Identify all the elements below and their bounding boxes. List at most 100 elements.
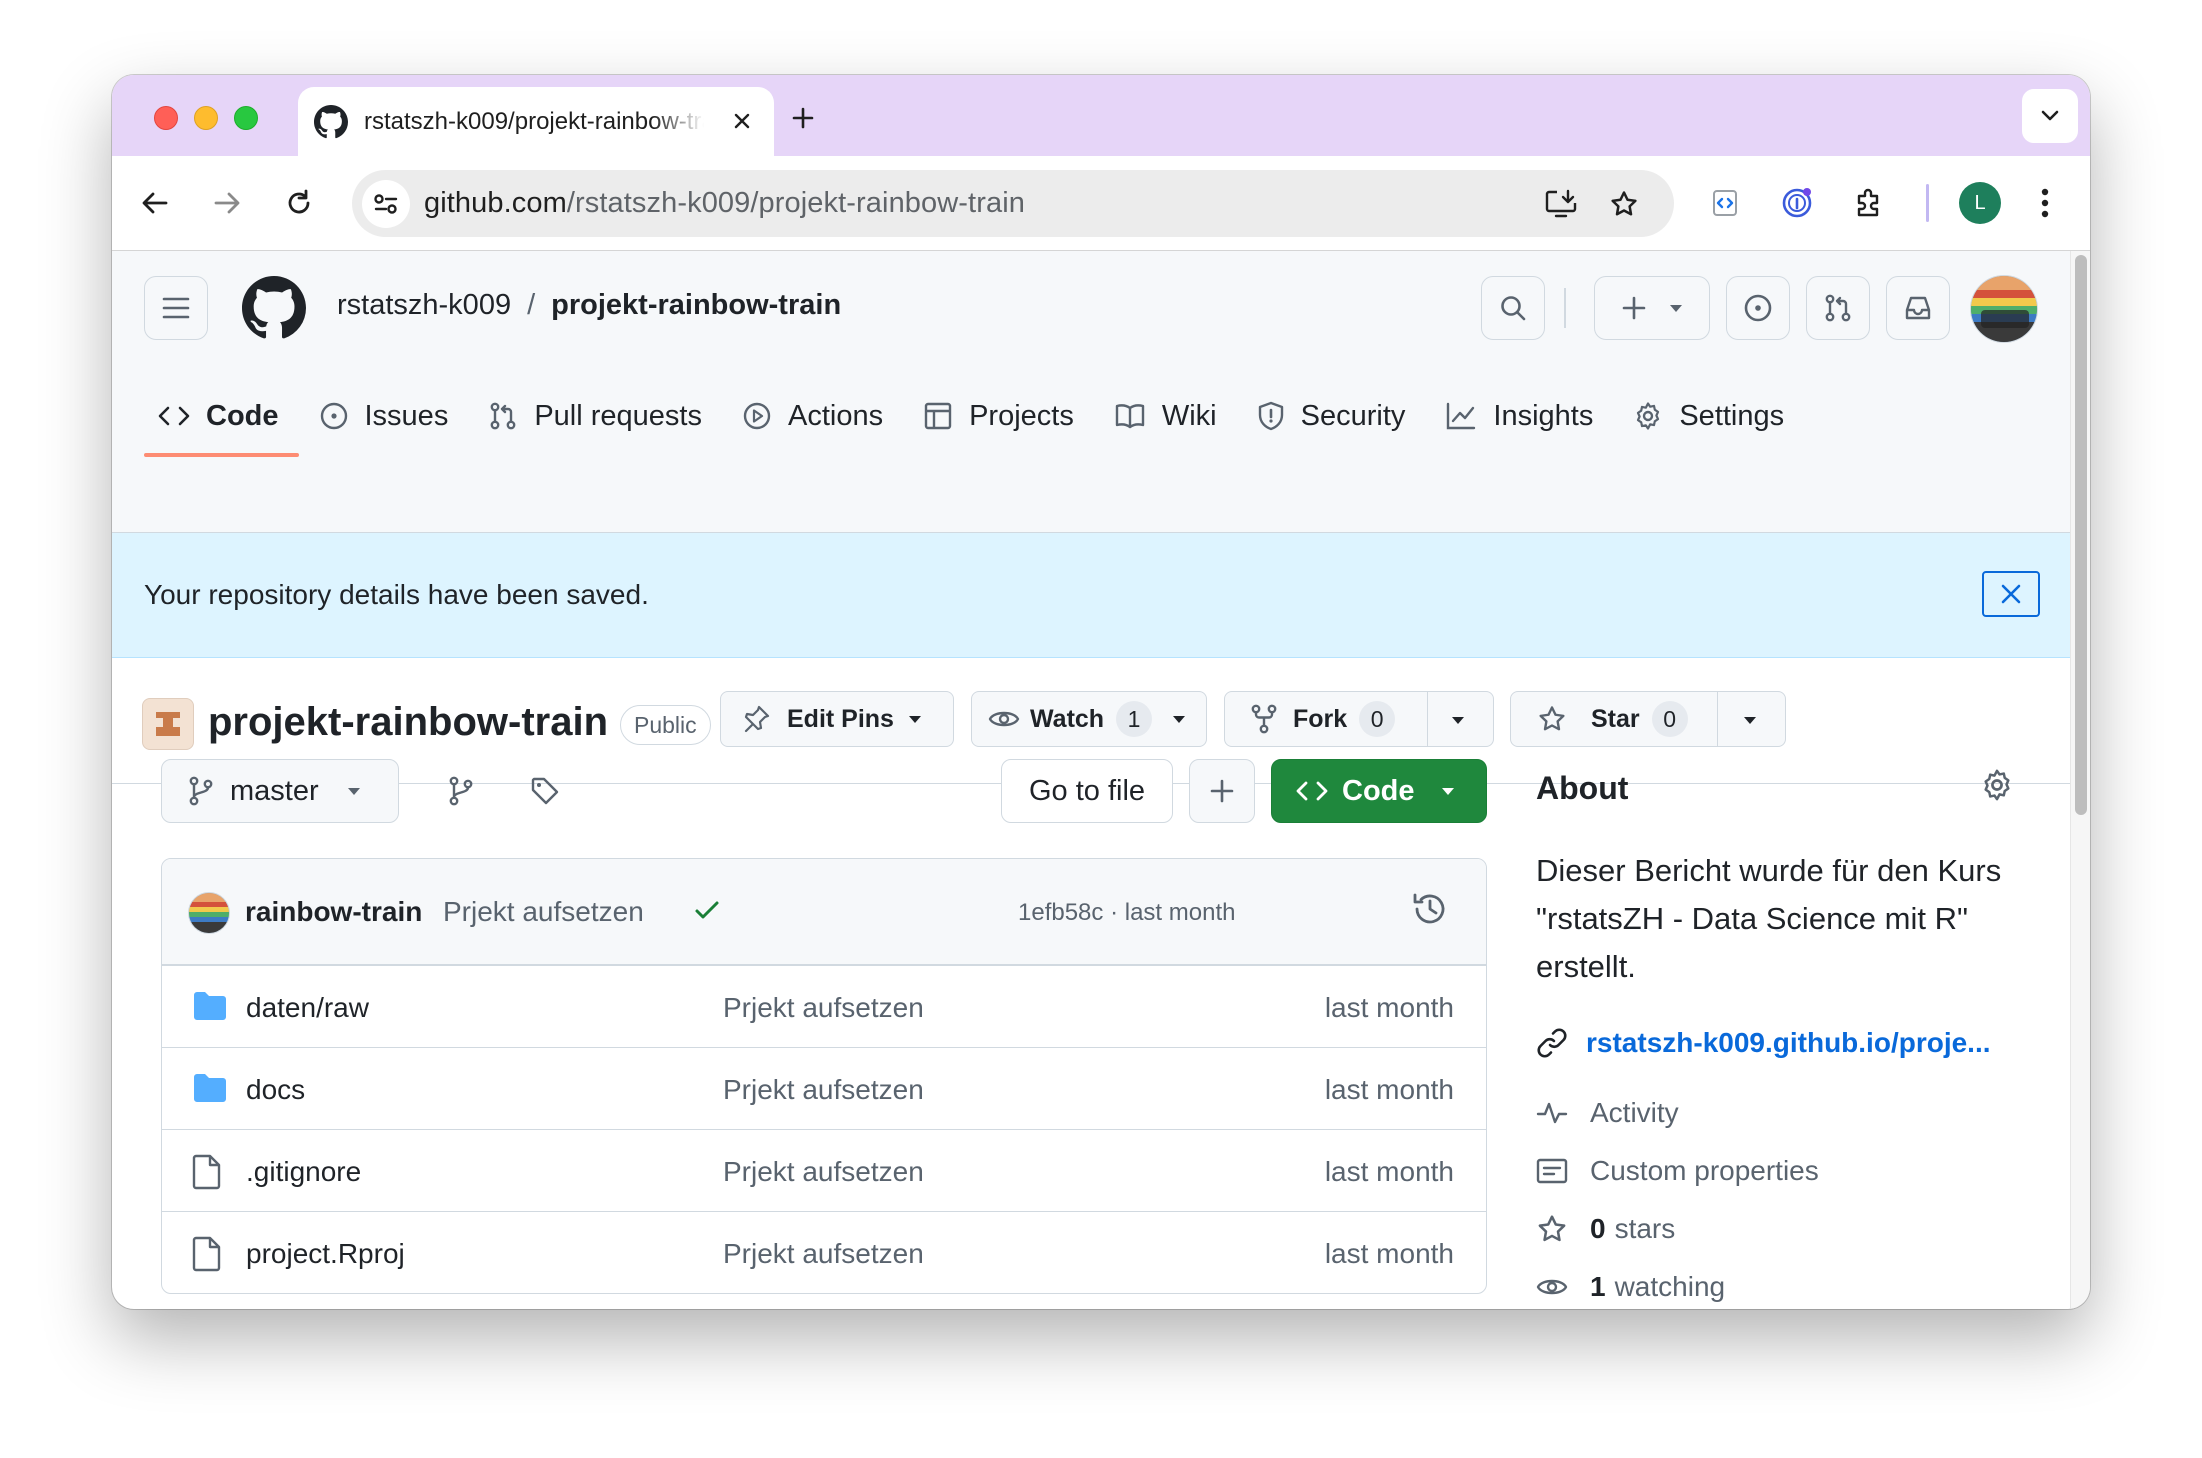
branch-selector[interactable]: master (161, 759, 399, 823)
file-commit-message[interactable]: Prjekt aufsetzen (723, 1238, 924, 1270)
repo-link[interactable]: projekt-rainbow-train (551, 289, 841, 322)
hamburger-menu-icon[interactable] (144, 276, 208, 340)
page-scrollbar[interactable] (2070, 251, 2090, 1309)
back-arrow-icon[interactable] (132, 180, 178, 226)
address-bar[interactable]: github.com/rstatszh-k009/projekt-rainbow… (352, 170, 1674, 237)
stars-link[interactable]: 0 stars (1536, 1213, 1675, 1245)
watching-link[interactable]: 1 watching (1536, 1271, 1725, 1303)
scrollbar-thumb[interactable] (2075, 255, 2087, 815)
minimize-window-button[interactable] (194, 106, 218, 130)
activity-link[interactable]: Activity (1536, 1097, 1679, 1129)
profile-avatar[interactable]: L (1959, 182, 2001, 224)
tab-issues[interactable]: Issues (305, 384, 469, 448)
repo-owner-avatar[interactable] (142, 698, 194, 750)
file-name[interactable]: .gitignore (246, 1156, 361, 1188)
caret-down-icon[interactable] (1743, 716, 1757, 725)
tab-insights[interactable]: Insights (1431, 384, 1613, 448)
tab-code[interactable]: Code (144, 384, 299, 457)
tab-close-icon[interactable] (728, 107, 756, 135)
search-button[interactable] (1481, 276, 1545, 340)
folder-icon (194, 992, 226, 1020)
file-name[interactable]: docs (246, 1074, 305, 1106)
star-count: 0 (1651, 701, 1688, 737)
issues-button[interactable] (1726, 276, 1790, 340)
github-header: rstatszh-k009 / projekt-rainbow-train Co… (112, 251, 2070, 533)
user-avatar[interactable] (1970, 275, 2038, 343)
file-name[interactable]: daten/raw (246, 992, 369, 1024)
tab-search-chevron-icon[interactable] (2022, 89, 2078, 143)
file-commit-message[interactable]: Prjekt aufsetzen (723, 1156, 924, 1188)
file-row[interactable]: docs Prjekt aufsetzen last month (162, 1047, 1486, 1129)
check-icon[interactable] (692, 895, 722, 925)
tab-security-label: Security (1300, 399, 1406, 432)
table-icon (924, 402, 952, 430)
code-dropdown-button[interactable]: Code (1271, 759, 1487, 823)
flash-close-button[interactable] (1982, 571, 2040, 617)
latest-commit-row: rainbow-train Prjekt aufsetzen 1efb58c ·… (162, 859, 1486, 965)
repo-title[interactable]: projekt-rainbow-train (208, 700, 608, 745)
owner-link[interactable]: rstatszh-k009 (337, 289, 511, 322)
repo-navigation: Code Issues Pull requests Actions Projec… (144, 384, 1810, 457)
tab-actions[interactable]: Actions (728, 384, 903, 448)
edit-pins-button[interactable]: Edit Pins (720, 691, 954, 747)
file-icon (192, 1236, 221, 1272)
inbox-button[interactable] (1886, 276, 1950, 340)
create-new-button[interactable] (1594, 276, 1710, 340)
browser-tab[interactable]: rstatszh-k009/projekt-rainbow-train (298, 87, 774, 156)
star-icon (1538, 1215, 1566, 1242)
close-window-button[interactable] (154, 106, 178, 130)
repo-context-breadcrumb: rstatszh-k009 / projekt-rainbow-train (337, 289, 841, 322)
extension-code-icon[interactable] (1702, 180, 1748, 226)
commit-hash-and-date[interactable]: 1efb58c · last month (1018, 899, 1235, 927)
pull-requests-button[interactable] (1806, 276, 1870, 340)
maximize-window-button[interactable] (234, 106, 258, 130)
file-icon (192, 1154, 221, 1190)
file-name[interactable]: project.Rproj (246, 1238, 405, 1270)
file-commit-message[interactable]: Prjekt aufsetzen (723, 992, 924, 1024)
reload-icon[interactable] (276, 180, 322, 226)
tab-settings-label: Settings (1679, 399, 1785, 432)
caret-down-icon (1441, 787, 1454, 795)
tab-strip: rstatszh-k009/projekt-rainbow-train (112, 75, 2090, 156)
custom-properties-link[interactable]: Custom properties (1536, 1155, 1819, 1187)
tab-pull-requests[interactable]: Pull requests (474, 384, 722, 448)
commit-author[interactable]: rainbow-train (245, 896, 422, 928)
flash-message: Your repository details have been saved. (144, 579, 649, 610)
code-button-label: Code (1342, 774, 1415, 807)
file-row[interactable]: .gitignore Prjekt aufsetzen last month (162, 1129, 1486, 1211)
file-commit-message[interactable]: Prjekt aufsetzen (723, 1074, 924, 1106)
star-button[interactable]: Star 0 (1510, 691, 1786, 747)
add-file-button[interactable] (1189, 759, 1255, 823)
branches-icon[interactable] (438, 768, 484, 814)
tab-settings[interactable]: Settings (1619, 384, 1804, 448)
homepage-link[interactable]: rstatszh-k009.github.io/proje... (1536, 1027, 1991, 1059)
go-to-file-button[interactable]: Go to file (1001, 759, 1173, 823)
tab-wiki[interactable]: Wiki (1100, 384, 1237, 448)
forward-arrow-icon[interactable] (204, 180, 250, 226)
gear-icon[interactable] (1980, 768, 2014, 802)
browser-menu-icon[interactable] (2022, 180, 2068, 226)
pulse-icon (1536, 1102, 1568, 1124)
site-info-icon[interactable] (362, 179, 410, 228)
history-icon[interactable] (1410, 889, 1450, 929)
new-tab-plus-icon[interactable] (782, 97, 824, 139)
bookmark-star-icon[interactable] (1601, 181, 1647, 227)
file-row[interactable]: daten/raw Prjekt aufsetzen last month (162, 965, 1486, 1047)
tab-security[interactable]: Security (1243, 384, 1426, 448)
commit-message[interactable]: Prjekt aufsetzen (443, 896, 644, 928)
tags-icon[interactable] (522, 768, 568, 814)
fork-button[interactable]: Fork 0 (1224, 691, 1494, 747)
extension-info-icon[interactable] (1774, 180, 1820, 226)
tab-projects[interactable]: Projects (909, 384, 1094, 448)
extensions-puzzle-icon[interactable] (1846, 180, 1892, 226)
play-icon (743, 402, 771, 430)
install-app-icon[interactable] (1538, 181, 1584, 227)
toolbar-separator (1926, 184, 1929, 222)
flash-banner: Your repository details have been saved. (112, 533, 2070, 658)
caret-down-icon[interactable] (1451, 716, 1465, 725)
file-row[interactable]: project.Rproj Prjekt aufsetzen last mont… (162, 1211, 1486, 1293)
shield-icon (1258, 401, 1283, 431)
commit-author-avatar[interactable] (188, 892, 230, 934)
github-logo-icon[interactable] (242, 276, 306, 340)
watch-button[interactable]: Watch 1 (971, 691, 1207, 747)
